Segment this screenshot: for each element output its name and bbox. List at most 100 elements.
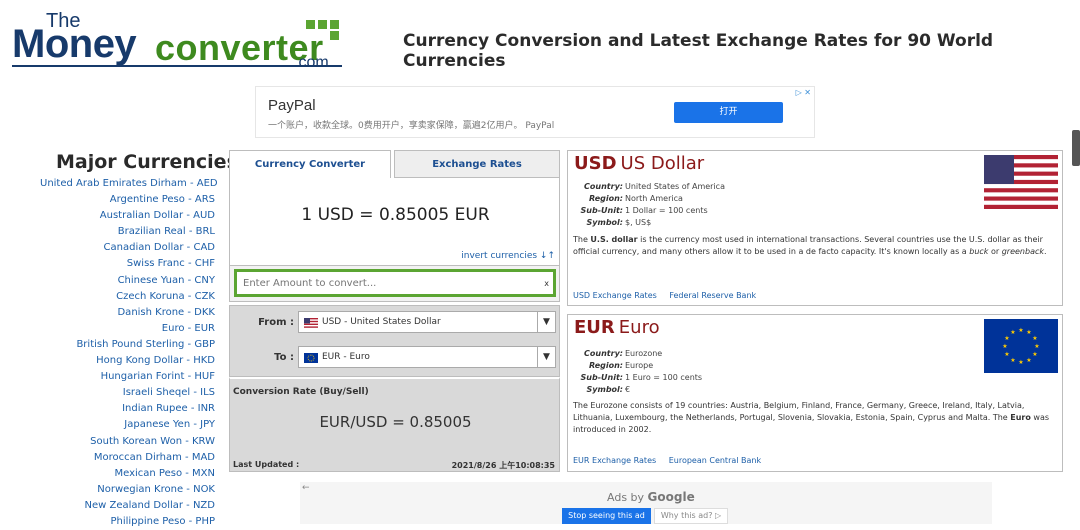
to-row: To : EUR - Euro ▼ [230, 346, 561, 370]
bottom-advertisement[interactable]: ← Ads by Google Stop seeing this ad Why … [300, 482, 992, 524]
usd-heading: USD US Dollar [574, 153, 704, 174]
european-central-bank-link[interactable]: European Central Bank [669, 456, 761, 465]
currency-link[interactable]: Israeli Sheqel - ILS [40, 385, 215, 401]
conversion-rate-label: Conversion Rate (Buy/Sell) [233, 387, 369, 397]
currency-link[interactable]: Mexican Peso - MXN [40, 466, 215, 482]
us-flag-icon [984, 155, 1058, 209]
currency-link[interactable]: Swiss Franc - CHF [40, 256, 215, 272]
fact-key: Sub-Unit: [580, 206, 623, 215]
usd-links: USD Exchange Rates Federal Reserve Bank [573, 291, 766, 300]
fact-value: North America [625, 194, 683, 203]
svg-text:★: ★ [1004, 335, 1009, 342]
currency-link[interactable]: Australian Dollar - AUD [40, 208, 215, 224]
currency-link[interactable]: Argentine Peso - ARS [40, 192, 215, 208]
svg-text:★: ★ [1026, 357, 1031, 364]
invert-currencies-link[interactable]: invert currencies ↓↑ [461, 251, 555, 261]
usd-name: US Dollar [620, 153, 705, 174]
currency-link[interactable]: Danish Krone - DKK [40, 305, 215, 321]
currency-link[interactable]: Hungarian Forint - HUF [40, 369, 215, 385]
currency-selectors: From : USD - United States Dollar ▼ To : [229, 305, 560, 377]
currency-link[interactable]: South Korean Won - KRW [40, 434, 215, 450]
site-logo[interactable]: The Money converter .com [12, 10, 347, 74]
from-chevron-down-icon[interactable]: ▼ [537, 312, 555, 332]
fact-key: Region: [588, 361, 623, 370]
eur-info-box: EUR Euro ★ ★ ★ ★ ★ ★ ★ ★ ★ ★ ★ ★ Country: Eurozone… [567, 314, 1063, 472]
eur-name: Euro [618, 317, 660, 338]
amount-input[interactable] [234, 269, 556, 297]
currency-link[interactable]: Philippine Peso - PHP [40, 514, 215, 530]
eur-code: EUR [574, 317, 615, 338]
ad-choices-icon[interactable]: ▷ ✕ [796, 88, 811, 97]
currency-link[interactable]: Norwegian Krone - NOK [40, 482, 215, 498]
fact-value: $, US$ [625, 218, 652, 227]
fact-key: Sub-Unit: [580, 373, 623, 382]
tab-exchange-rates[interactable]: Exchange Rates [394, 150, 560, 178]
currency-link[interactable]: Japanese Yen - JPY [40, 417, 215, 433]
fact-key: Region: [588, 194, 623, 203]
fact-key: Country: [584, 349, 623, 358]
svg-text:★: ★ [1018, 359, 1023, 366]
conversion-rate-box: Conversion Rate (Buy/Sell) EUR/USD = 0.8… [229, 377, 560, 472]
currency-link[interactable]: British Pound Sterling - GBP [40, 337, 215, 353]
fact-value: 1 Euro = 100 cents [625, 373, 703, 382]
ad-open-button[interactable]: 打开 [674, 102, 783, 123]
rate-display: 1 USD = 0.85005 EUR [301, 205, 490, 225]
stop-seeing-ad-button[interactable]: Stop seeing this ad [562, 508, 651, 524]
currency-link[interactable]: Czech Koruna - CZK [40, 289, 215, 305]
svg-text:★: ★ [1032, 335, 1037, 342]
back-arrow-icon[interactable]: ← [302, 483, 310, 493]
to-value: EUR - Euro [322, 352, 370, 362]
major-currencies-title: Major Currencies [56, 151, 238, 173]
eur-heading: EUR Euro [574, 317, 660, 338]
eur-exchange-rates-link[interactable]: EUR Exchange Rates [573, 456, 656, 465]
to-select[interactable]: EUR - Euro ▼ [298, 346, 556, 368]
clear-amount-icon[interactable]: x [544, 279, 549, 288]
from-row: From : USD - United States Dollar ▼ [230, 311, 561, 335]
svg-text:★: ★ [1010, 329, 1015, 336]
tab-currency-converter[interactable]: Currency Converter [229, 150, 391, 178]
currency-link[interactable]: Euro - EUR [40, 321, 215, 337]
eur-description: The Eurozone consists of 19 countries: A… [573, 401, 1050, 434]
svg-text:★: ★ [1032, 351, 1037, 358]
usd-code: USD [574, 153, 617, 174]
usd-info-box: USD US Dollar Country: United States of Am… [567, 150, 1063, 306]
fact-value: Eurozone [625, 349, 663, 358]
currency-link[interactable]: Chinese Yuan - CNY [40, 273, 215, 289]
from-select[interactable]: USD - United States Dollar ▼ [298, 311, 556, 333]
ad-brand[interactable]: PayPal [268, 97, 316, 114]
currency-link[interactable]: Moroccan Dirham - MAD [40, 450, 215, 466]
currency-link[interactable]: Hong Kong Dollar - HKD [40, 353, 215, 369]
currency-link[interactable]: United Arab Emirates Dirham - AED [40, 176, 218, 192]
logo-com: .com [294, 54, 329, 71]
currency-link[interactable]: New Zealand Dollar - NZD [40, 498, 215, 514]
eu-flag-icon: ★ ★★ ★★★ ★★★ ★★★ [984, 319, 1058, 373]
fact-key: Country: [584, 182, 623, 191]
eu-flag-icon [304, 353, 318, 363]
ad-text[interactable]: 一个账户，收款全球。0费用开户，享卖家保障，赢遍2亿用户。 PayPal [268, 118, 554, 131]
scrollbar-thumb[interactable] [1072, 130, 1080, 166]
major-currencies-list: United Arab Emirates Dirham - AED Argenti… [40, 176, 218, 530]
svg-text:★: ★ [1002, 343, 1007, 350]
to-chevron-down-icon[interactable]: ▼ [537, 347, 555, 367]
why-this-ad-button[interactable]: Why this ad? ▷ [654, 508, 728, 524]
us-flag-icon [304, 318, 318, 328]
currency-link[interactable]: Brazilian Real - BRL [40, 224, 215, 240]
svg-text:★: ★ [1004, 351, 1009, 358]
conversion-rate-value: EUR/USD = 0.85005 [319, 413, 472, 431]
currency-link[interactable]: Indian Rupee - INR [40, 401, 215, 417]
usd-exchange-rates-link[interactable]: USD Exchange Rates [573, 291, 657, 300]
site-title: Currency Conversion and Latest Exchange … [403, 31, 994, 71]
to-label: To : [274, 352, 294, 363]
currency-link[interactable]: Canadian Dollar - CAD [40, 240, 215, 256]
fact-value: United States of America [625, 182, 725, 191]
top-advertisement[interactable]: PayPal 一个账户，收款全球。0费用开户，享卖家保障，赢遍2亿用户。 Pay… [255, 86, 815, 138]
eur-links: EUR Exchange Rates European Central Bank [573, 456, 771, 465]
svg-text:★: ★ [1026, 329, 1031, 336]
svg-text:★: ★ [1034, 343, 1039, 350]
last-updated-label: Last Updated : [233, 460, 300, 469]
ads-by-google: Ads by Google [607, 490, 695, 504]
usd-description: The U.S. dollar is the currency most use… [573, 235, 1047, 256]
federal-reserve-link[interactable]: Federal Reserve Bank [669, 291, 756, 300]
fact-key: Symbol: [586, 385, 623, 394]
svg-text:★: ★ [1018, 327, 1023, 334]
